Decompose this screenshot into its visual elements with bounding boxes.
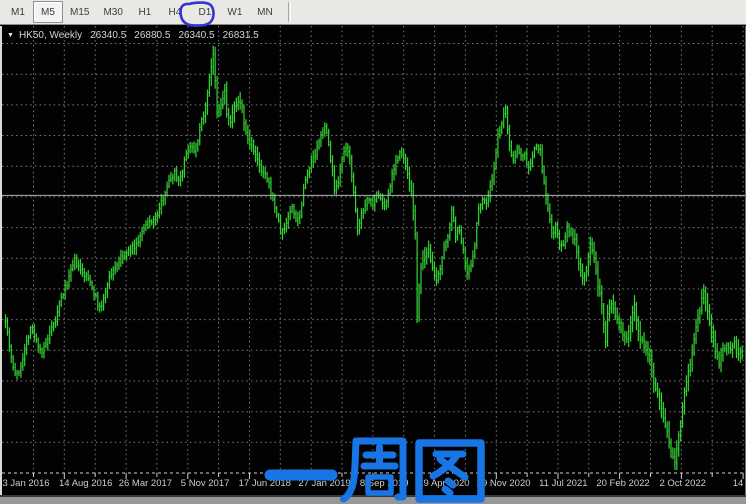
quote-close: 26831.5 (223, 30, 259, 41)
quote-open: 26340.5 (90, 30, 126, 41)
timeframe-button-mn[interactable]: MN (250, 1, 280, 23)
timeframe-button-m30[interactable]: M30 (96, 1, 129, 23)
chart-title: ▼ HK50, Weekly 26340.5 26880.5 26340.5 2… (7, 30, 259, 41)
timeframe-button-m5[interactable]: M5 (33, 1, 63, 23)
timeframe-button-w1[interactable]: W1 (220, 1, 250, 23)
date-label: 27 Jan 2019 (298, 478, 350, 489)
date-label: 8 Sep 2019 (360, 478, 409, 489)
date-label: 14 (733, 478, 744, 489)
date-label: 11 Jul 2021 (539, 478, 587, 489)
window-bottom-frame (0, 495, 746, 504)
date-label: 5 Nov 2017 (181, 478, 230, 489)
timeframe-button-m15[interactable]: M15 (63, 1, 96, 23)
quote-high: 26880.5 (134, 30, 170, 41)
date-label: 26 Mar 2017 (119, 478, 172, 489)
date-label: 17 Jun 2018 (239, 478, 291, 489)
window-left-edge (0, 26, 2, 495)
price-plot[interactable] (0, 26, 746, 497)
date-label: 3 Jan 2016 (2, 478, 49, 489)
chart-area[interactable]: ▼ HK50, Weekly 26340.5 26880.5 26340.5 2… (0, 26, 746, 504)
symbol-period-label: HK50, Weekly (19, 30, 82, 41)
timeframe-button-h1[interactable]: H1 (130, 1, 160, 23)
date-label: 29 Nov 2020 (477, 478, 531, 489)
toolbar-separator (288, 2, 291, 22)
date-label: 20 Feb 2022 (596, 478, 649, 489)
symbol-dropdown-icon[interactable]: ▼ (7, 32, 14, 39)
quote-low: 26340.5 (178, 30, 214, 41)
timeframe-button-d1[interactable]: D1 (190, 1, 220, 23)
timeframe-toolbar: M1 M5 M15 M30 H1 H4 D1 W1 MN (0, 0, 746, 25)
timeframe-button-h4[interactable]: H4 (160, 1, 190, 23)
grid (2, 26, 746, 473)
date-label: 2 Oct 2022 (659, 478, 705, 489)
date-label: 14 Aug 2016 (59, 478, 112, 489)
mt4-chart-window: M1 M5 M15 M30 H1 H4 D1 W1 MN ▼ HK50, Wee… (0, 0, 746, 504)
date-label: 19 Apr 2020 (418, 478, 469, 489)
timeframe-button-m1[interactable]: M1 (3, 1, 33, 23)
